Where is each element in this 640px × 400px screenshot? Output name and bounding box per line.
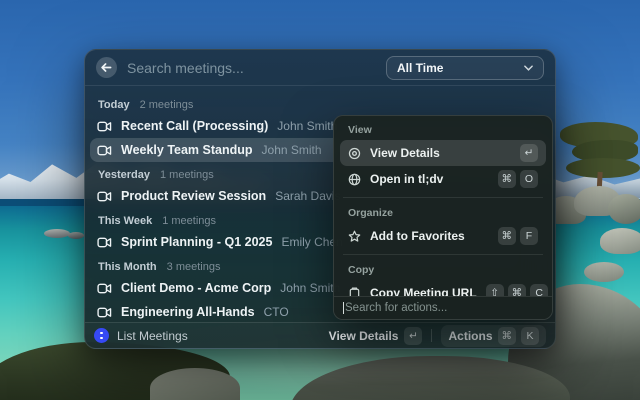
menu-section-view: View [348, 124, 372, 136]
tldv-logo-icon [94, 328, 109, 343]
divider [343, 254, 543, 255]
group-count: 1 meetings [159, 169, 214, 181]
return-key-badge: ↵ [404, 326, 423, 345]
star-icon [348, 230, 361, 243]
cmd-key-badge: ⌘ [507, 284, 527, 296]
wallpaper-rock [600, 228, 640, 254]
globe-icon [348, 173, 361, 186]
video-camera-icon [97, 145, 112, 156]
menu-item-copy-meeting-url[interactable]: Copy Meeting URL ⇧ ⌘ C [340, 280, 549, 296]
wallpaper-rock [44, 229, 70, 238]
group-count: 2 meetings [139, 99, 194, 111]
divider [343, 197, 543, 198]
meeting-title: Recent Call (Processing) [121, 119, 269, 133]
video-camera-icon [97, 237, 112, 248]
meeting-title: Client Demo - Acme Corp [121, 281, 272, 295]
meeting-participant: John Smith [261, 143, 322, 157]
time-filter-value: All Time [397, 60, 444, 75]
menu-item-open-in-tldv[interactable]: Open in tl;dv ⌘ O [340, 166, 546, 192]
primary-action-label[interactable]: View Details [329, 329, 399, 343]
group-count: 1 meetings [162, 215, 217, 227]
actions-menu-list: View View Details ↵ Open in tl;dv ⌘ O Or… [334, 116, 552, 296]
video-camera-icon [97, 121, 112, 132]
meeting-title: Weekly Team Standup [121, 143, 253, 157]
meeting-title: Engineering All-Hands [121, 305, 255, 319]
divider [431, 329, 433, 342]
app-name: List Meetings [117, 328, 188, 343]
o-key-badge: O [520, 170, 538, 188]
k-key-badge: K [521, 326, 539, 345]
f-key-badge: F [520, 227, 538, 245]
search-bar: All Time [85, 50, 555, 86]
menu-item-view-details[interactable]: View Details ↵ [340, 140, 546, 166]
meeting-participant: John Smith [277, 119, 338, 133]
menu-section-organize: Organize [348, 207, 393, 219]
desktop: All Time Today 2 meetings Recent Call (P… [0, 0, 640, 400]
clipboard-icon [348, 287, 361, 296]
shift-key-badge: ⇧ [485, 284, 504, 296]
group-count: 3 meetings [166, 261, 221, 273]
chevron-down-icon [524, 64, 533, 71]
view-details-icon [348, 147, 361, 160]
wallpaper-rock [68, 232, 84, 239]
time-filter-dropdown[interactable]: All Time [386, 55, 544, 80]
arrow-left-icon [101, 63, 112, 72]
cmd-key-badge: ⌘ [497, 170, 516, 188]
return-key-badge: ↵ [520, 144, 538, 162]
text-cursor [343, 302, 344, 314]
actions-search-placeholder: Search for actions... [345, 302, 448, 314]
meeting-title: Sprint Planning - Q1 2025 [121, 235, 273, 249]
meeting-participant: Sarah Davis [275, 189, 341, 203]
meeting-participant: CTO [263, 305, 289, 319]
menu-section-copy: Copy [348, 264, 375, 276]
meeting-title: Product Review Session [121, 189, 267, 203]
status-bar: List Meetings View Details ↵ Actions ⌘ K [85, 322, 555, 348]
actions-search-input[interactable]: Search for actions... [334, 296, 552, 319]
wallpaper-boulder-pile [546, 182, 640, 228]
wallpaper-pine-tree [566, 158, 640, 178]
meeting-participant: John Smith [280, 281, 341, 295]
group-header-today: Today 2 meetings [98, 99, 194, 111]
actions-menu: View View Details ↵ Open in tl;dv ⌘ O Or… [333, 115, 553, 320]
wallpaper-rock [584, 262, 624, 282]
back-button[interactable] [96, 57, 117, 78]
wallpaper-rock [150, 368, 240, 400]
actions-button[interactable]: Actions ⌘ K [441, 324, 546, 347]
menu-item-add-to-favorites[interactable]: Add to Favorites ⌘ F [340, 223, 546, 249]
search-input[interactable] [127, 59, 376, 76]
video-camera-icon [97, 191, 112, 202]
video-camera-icon [97, 283, 112, 294]
video-camera-icon [97, 307, 112, 318]
c-key-badge: C [530, 284, 549, 296]
cmd-key-badge: ⌘ [497, 326, 516, 345]
cmd-key-badge: ⌘ [497, 227, 516, 245]
